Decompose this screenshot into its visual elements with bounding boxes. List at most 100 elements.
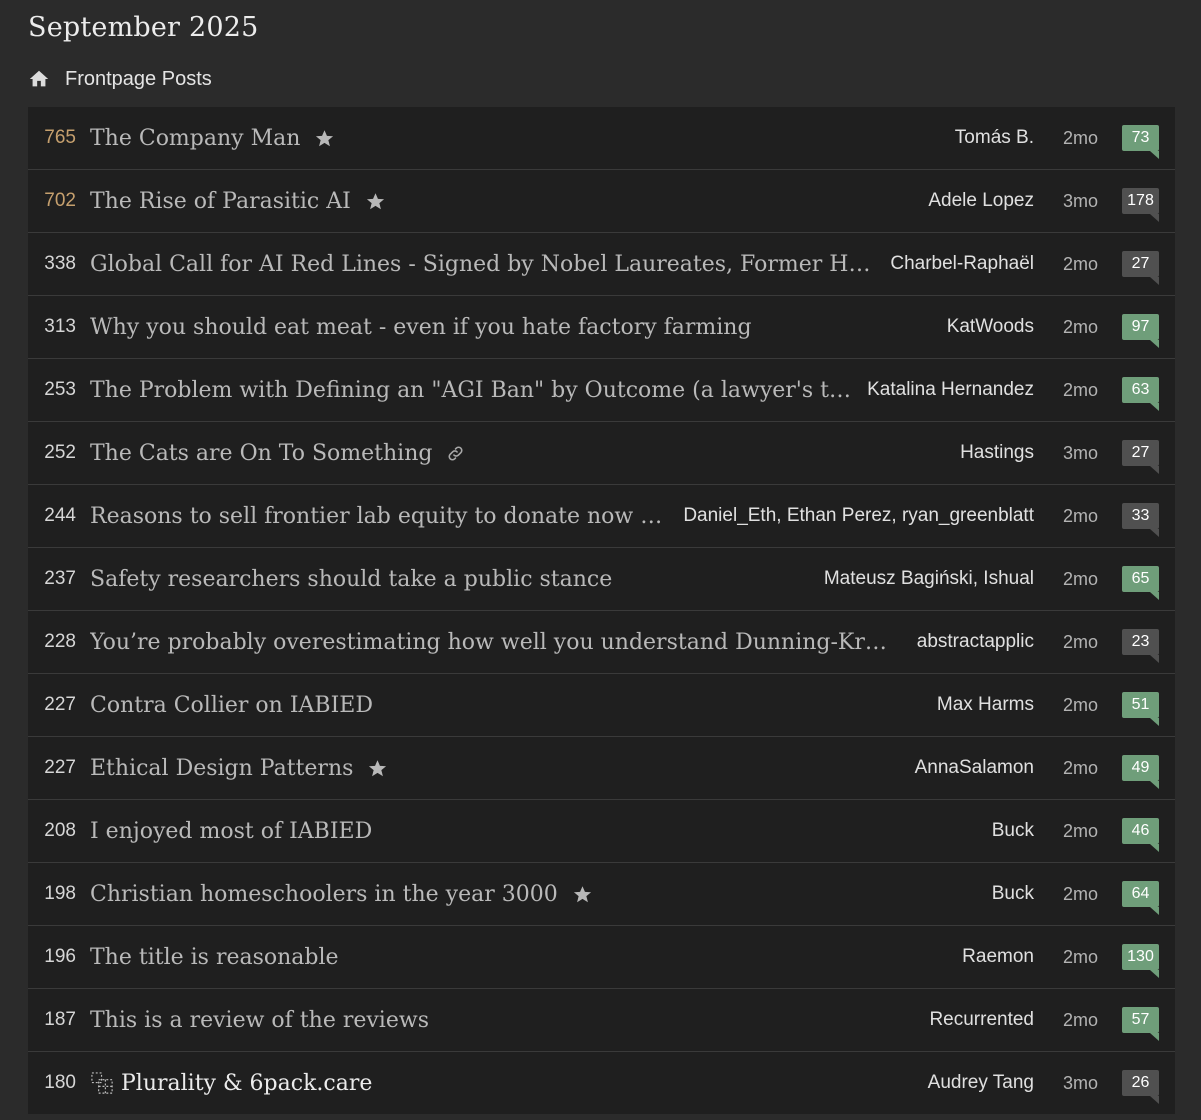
- post-row[interactable]: 244 Reasons to sell frontier lab equity t…: [28, 485, 1175, 548]
- comment-count-badge[interactable]: 46: [1122, 818, 1159, 852]
- post-author[interactable]: Mateusz Bagiński, Ishual: [824, 568, 1034, 590]
- post-age: 2mo: [1062, 883, 1098, 904]
- karma-score: 237: [44, 568, 76, 589]
- post-row[interactable]: 180 Plurality & 6pack.care Audrey Tang 3mo 2…: [28, 1052, 1175, 1114]
- post-row[interactable]: 198 Christian homeschoolers in the year 3…: [28, 863, 1175, 926]
- post-author[interactable]: Adele Lopez: [928, 190, 1034, 212]
- post-author[interactable]: Daniel_Eth, Ethan Perez, ryan_greenblatt: [683, 505, 1034, 527]
- karma-score: 196: [44, 946, 76, 967]
- post-row[interactable]: 187 This is a review of the reviews Recurr…: [28, 989, 1175, 1052]
- post-title-wrap: The Problem with Defining an "AGI Ban" b…: [90, 378, 851, 403]
- comment-count-badge[interactable]: 178: [1122, 188, 1159, 222]
- comment-count-badge[interactable]: 26: [1122, 1070, 1159, 1104]
- post-author[interactable]: Katalina Hernandez: [867, 379, 1034, 401]
- post-title-link[interactable]: The Rise of Parasitic AI: [90, 189, 351, 214]
- comment-count-badge[interactable]: 130: [1122, 944, 1159, 978]
- star-icon: [365, 191, 386, 212]
- karma-score: 180: [44, 1072, 76, 1093]
- post-row[interactable]: 253 The Problem with Defining an "AGI Ban…: [28, 359, 1175, 422]
- karma-score: 253: [44, 379, 76, 400]
- post-age: 2mo: [1062, 757, 1098, 778]
- post-title-link[interactable]: The Company Man: [90, 126, 300, 151]
- karma-score: 244: [44, 505, 76, 526]
- post-row[interactable]: 227 Ethical Design Patterns AnnaSalamon 2mo…: [28, 737, 1175, 800]
- post-title-wrap: The Rise of Parasitic AI: [90, 189, 912, 214]
- post-title-wrap: Ethical Design Patterns: [90, 756, 899, 781]
- post-author[interactable]: Buck: [992, 883, 1034, 905]
- post-row[interactable]: 227 Contra Collier on IABIED Max Harms 2mo 5…: [28, 674, 1175, 737]
- post-title-link[interactable]: The Cats are On To Something: [90, 441, 432, 466]
- comment-count-badge[interactable]: 23: [1122, 629, 1159, 663]
- post-title-link[interactable]: I enjoyed most of IABIED: [90, 819, 372, 844]
- post-author[interactable]: Audrey Tang: [928, 1072, 1034, 1094]
- post-author[interactable]: abstractapplic: [917, 631, 1034, 653]
- comment-count-badge[interactable]: 33: [1122, 503, 1159, 537]
- post-age: 2mo: [1062, 379, 1098, 400]
- comment-count-badge[interactable]: 65: [1122, 566, 1159, 600]
- post-title-link[interactable]: Contra Collier on IABIED: [90, 693, 373, 718]
- comment-count-badge[interactable]: 57: [1122, 1007, 1159, 1041]
- post-title-link[interactable]: Plurality & 6pack.care: [121, 1071, 372, 1096]
- post-author[interactable]: Tomás B.: [955, 127, 1034, 149]
- post-title-link[interactable]: Global Call for AI Red Lines - Signed by…: [90, 252, 874, 277]
- post-author[interactable]: Hastings: [960, 442, 1034, 464]
- section-label: Frontpage Posts: [65, 67, 212, 90]
- post-author[interactable]: Charbel-Raphaël: [890, 253, 1034, 275]
- post-row[interactable]: 208 I enjoyed most of IABIED Buck 2mo 46: [28, 800, 1175, 863]
- comment-count-badge[interactable]: 27: [1122, 251, 1159, 285]
- post-row[interactable]: 252 The Cats are On To Something Hastings 3…: [28, 422, 1175, 485]
- comment-count-badge[interactable]: 73: [1122, 125, 1159, 159]
- comment-count-badge[interactable]: 97: [1122, 314, 1159, 348]
- post-title-link[interactable]: Reasons to sell frontier lab equity to d…: [90, 504, 667, 529]
- post-author[interactable]: Buck: [992, 820, 1034, 842]
- post-row[interactable]: 196 The title is reasonable Raemon 2mo 130: [28, 926, 1175, 989]
- star-icon: [367, 758, 388, 779]
- post-author[interactable]: AnnaSalamon: [915, 757, 1034, 779]
- post-title-link[interactable]: The title is reasonable: [90, 945, 339, 970]
- post-title-link[interactable]: Why you should eat meat - even if you ha…: [90, 315, 752, 340]
- post-title-link[interactable]: You’re probably overestimating how well …: [90, 630, 901, 655]
- karma-score: 702: [44, 190, 76, 211]
- home-icon: [29, 70, 49, 87]
- post-title-link[interactable]: This is a review of the reviews: [90, 1008, 429, 1033]
- karma-score: 198: [44, 883, 76, 904]
- post-row[interactable]: 765 The Company Man Tomás B. 2mo 73: [28, 107, 1175, 170]
- post-row[interactable]: 228 You’re probably overestimating how we…: [28, 611, 1175, 674]
- post-title-link[interactable]: The Problem with Defining an "AGI Ban" b…: [90, 378, 851, 403]
- star-icon: [314, 128, 335, 149]
- post-author[interactable]: Recurrented: [929, 1009, 1034, 1031]
- post-title-wrap: Contra Collier on IABIED: [90, 693, 921, 718]
- comment-count-badge[interactable]: 27: [1122, 440, 1159, 474]
- post-author[interactable]: Raemon: [962, 946, 1034, 968]
- comment-count-badge[interactable]: 49: [1122, 755, 1159, 789]
- comment-count-badge[interactable]: 64: [1122, 881, 1159, 915]
- post-age: 2mo: [1062, 946, 1098, 967]
- post-title-wrap: You’re probably overestimating how well …: [90, 630, 901, 655]
- post-row[interactable]: 702 The Rise of Parasitic AI Adele Lopez 3m…: [28, 170, 1175, 233]
- post-age: 2mo: [1062, 127, 1098, 148]
- comment-count-badge[interactable]: 51: [1122, 692, 1159, 726]
- post-age: 2mo: [1062, 316, 1098, 337]
- post-author[interactable]: Max Harms: [937, 694, 1034, 716]
- post-author[interactable]: KatWoods: [947, 316, 1034, 338]
- post-title-link[interactable]: Safety researchers should take a public …: [90, 567, 612, 592]
- archive-page: September 2025 Frontpage Posts 765 The Co…: [0, 0, 1201, 1120]
- post-title-link[interactable]: Ethical Design Patterns: [90, 756, 353, 781]
- post-age: 2mo: [1062, 820, 1098, 841]
- post-title-wrap: I enjoyed most of IABIED: [90, 819, 976, 844]
- post-title-wrap: Global Call for AI Red Lines - Signed by…: [90, 252, 874, 277]
- post-age: 2mo: [1062, 631, 1098, 652]
- post-row[interactable]: 338 Global Call for AI Red Lines - Signed…: [28, 233, 1175, 296]
- post-age: 2mo: [1062, 253, 1098, 274]
- post-title-link[interactable]: Christian homeschoolers in the year 3000: [90, 882, 558, 907]
- frontpage-posts-header[interactable]: Frontpage Posts: [28, 64, 212, 94]
- post-title-wrap: Plurality & 6pack.care: [90, 1071, 912, 1096]
- post-row[interactable]: 313 Why you should eat meat - even if you…: [28, 296, 1175, 359]
- post-title-wrap: The title is reasonable: [90, 945, 946, 970]
- karma-score: 187: [44, 1009, 76, 1030]
- post-title-wrap: The Cats are On To Something: [90, 441, 944, 466]
- comment-count-badge[interactable]: 63: [1122, 377, 1159, 411]
- post-row[interactable]: 237 Safety researchers should take a publ…: [28, 548, 1175, 611]
- dashed-grid-icon: [90, 1071, 115, 1096]
- star-icon: [572, 884, 593, 905]
